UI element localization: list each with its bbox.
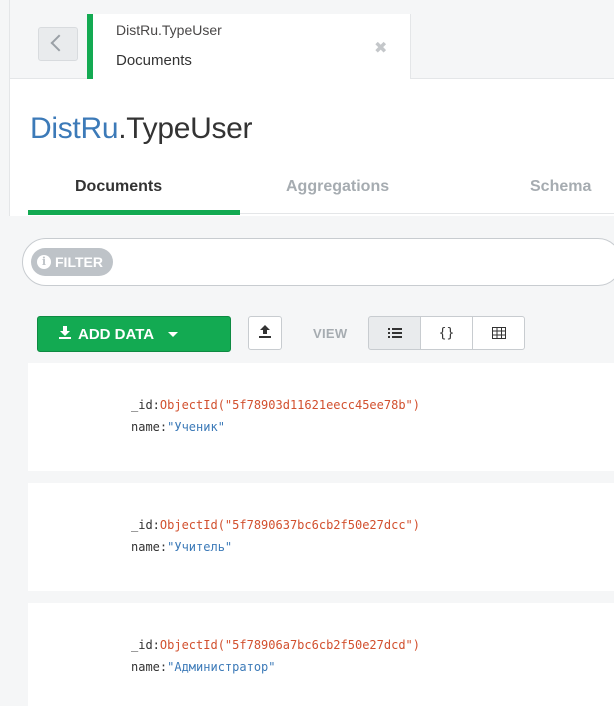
field-key: name:: [131, 660, 168, 674]
caret-down-icon: [168, 331, 179, 337]
collection-subtabs: Documents Aggregations Schema: [0, 168, 614, 216]
upload-icon: [259, 325, 271, 338]
export-button[interactable]: [248, 316, 282, 350]
documents-list: _id:ObjectId("5f78903d11621eecc45ee78b")…: [9, 363, 614, 706]
table-view-button[interactable]: [472, 316, 525, 350]
doc-name-line: name:"Учитель": [131, 540, 232, 554]
chevron-left-icon: [50, 34, 68, 52]
filter-input[interactable]: i FILTER: [22, 238, 614, 286]
tab-subtitle: Documents: [116, 52, 192, 69]
document-card[interactable]: _id:ObjectId("5f78903d11621eecc45ee78b")…: [28, 363, 614, 471]
objectid-value: ObjectId("5f78903d11621eecc45ee78b"): [159, 398, 420, 412]
string-value: "Ученик": [167, 420, 225, 434]
collection-title: DistRu.TypeUser: [30, 112, 253, 146]
tab-namespace: DistRu.TypeUser: [116, 22, 222, 38]
add-data-button[interactable]: ADD DATA: [37, 316, 231, 352]
view-switcher: {}: [368, 316, 525, 350]
tab-aggregations[interactable]: Aggregations: [286, 178, 389, 196]
field-key: _id:: [131, 518, 160, 532]
collection-name: .TypeUser: [118, 112, 253, 145]
close-tab-icon[interactable]: ✖: [374, 38, 387, 58]
braces-icon: {}: [438, 325, 455, 341]
doc-name-line: name:"Администратор": [131, 660, 276, 674]
field-key: name:: [131, 540, 168, 554]
doc-name-line: name:"Ученик": [131, 420, 225, 434]
table-icon: [491, 327, 506, 339]
field-key: name:: [131, 420, 168, 434]
doc-id-line: _id:ObjectId("5f78906a7bc6cb2f50e27dcd"): [131, 638, 420, 652]
string-value: "Администратор": [167, 660, 276, 674]
filter-label-pill: i FILTER: [31, 248, 113, 276]
add-data-label: ADD DATA: [78, 325, 155, 343]
objectid-value: ObjectId("5f7890637bc6cb2f50e27dcc"): [159, 518, 420, 532]
tab-schema[interactable]: Schema: [530, 178, 591, 196]
documents-toolbar: ADD DATA VIEW {}: [9, 303, 614, 364]
download-icon: [58, 325, 72, 343]
list-view-button[interactable]: [368, 316, 421, 350]
json-view-button[interactable]: {}: [420, 316, 473, 350]
objectid-value: ObjectId("5f78906a7bc6cb2f50e27dcd"): [159, 638, 420, 652]
tab-documents[interactable]: Documents: [75, 178, 162, 196]
query-bar: i FILTER: [9, 216, 614, 304]
field-key: _id:: [131, 398, 160, 412]
doc-id-line: _id:ObjectId("5f78903d11621eecc45ee78b"): [131, 398, 420, 412]
list-icon: [387, 328, 402, 338]
tab-accent-bar: [87, 14, 93, 79]
document-card[interactable]: _id:ObjectId("5f7890637bc6cb2f50e27dcc")…: [28, 483, 614, 591]
compass-window: DistRu.TypeUser Documents ✖ DistRu.TypeU…: [0, 0, 614, 706]
doc-id-line: _id:ObjectId("5f7890637bc6cb2f50e27dcc"): [131, 518, 420, 532]
database-link[interactable]: DistRu: [30, 112, 119, 145]
document-card[interactable]: _id:ObjectId("5f78906a7bc6cb2f50e27dcd")…: [28, 603, 614, 706]
info-icon[interactable]: i: [37, 255, 51, 269]
back-button[interactable]: [38, 27, 78, 61]
active-tab-underline: [28, 210, 240, 215]
view-label: VIEW: [313, 326, 348, 341]
field-key: _id:: [131, 638, 160, 652]
string-value: "Учитель": [167, 540, 233, 554]
tab-bar: DistRu.TypeUser Documents ✖: [0, 0, 614, 79]
workspace-tab[interactable]: DistRu.TypeUser Documents ✖: [87, 14, 411, 79]
filter-label: FILTER: [55, 254, 103, 270]
